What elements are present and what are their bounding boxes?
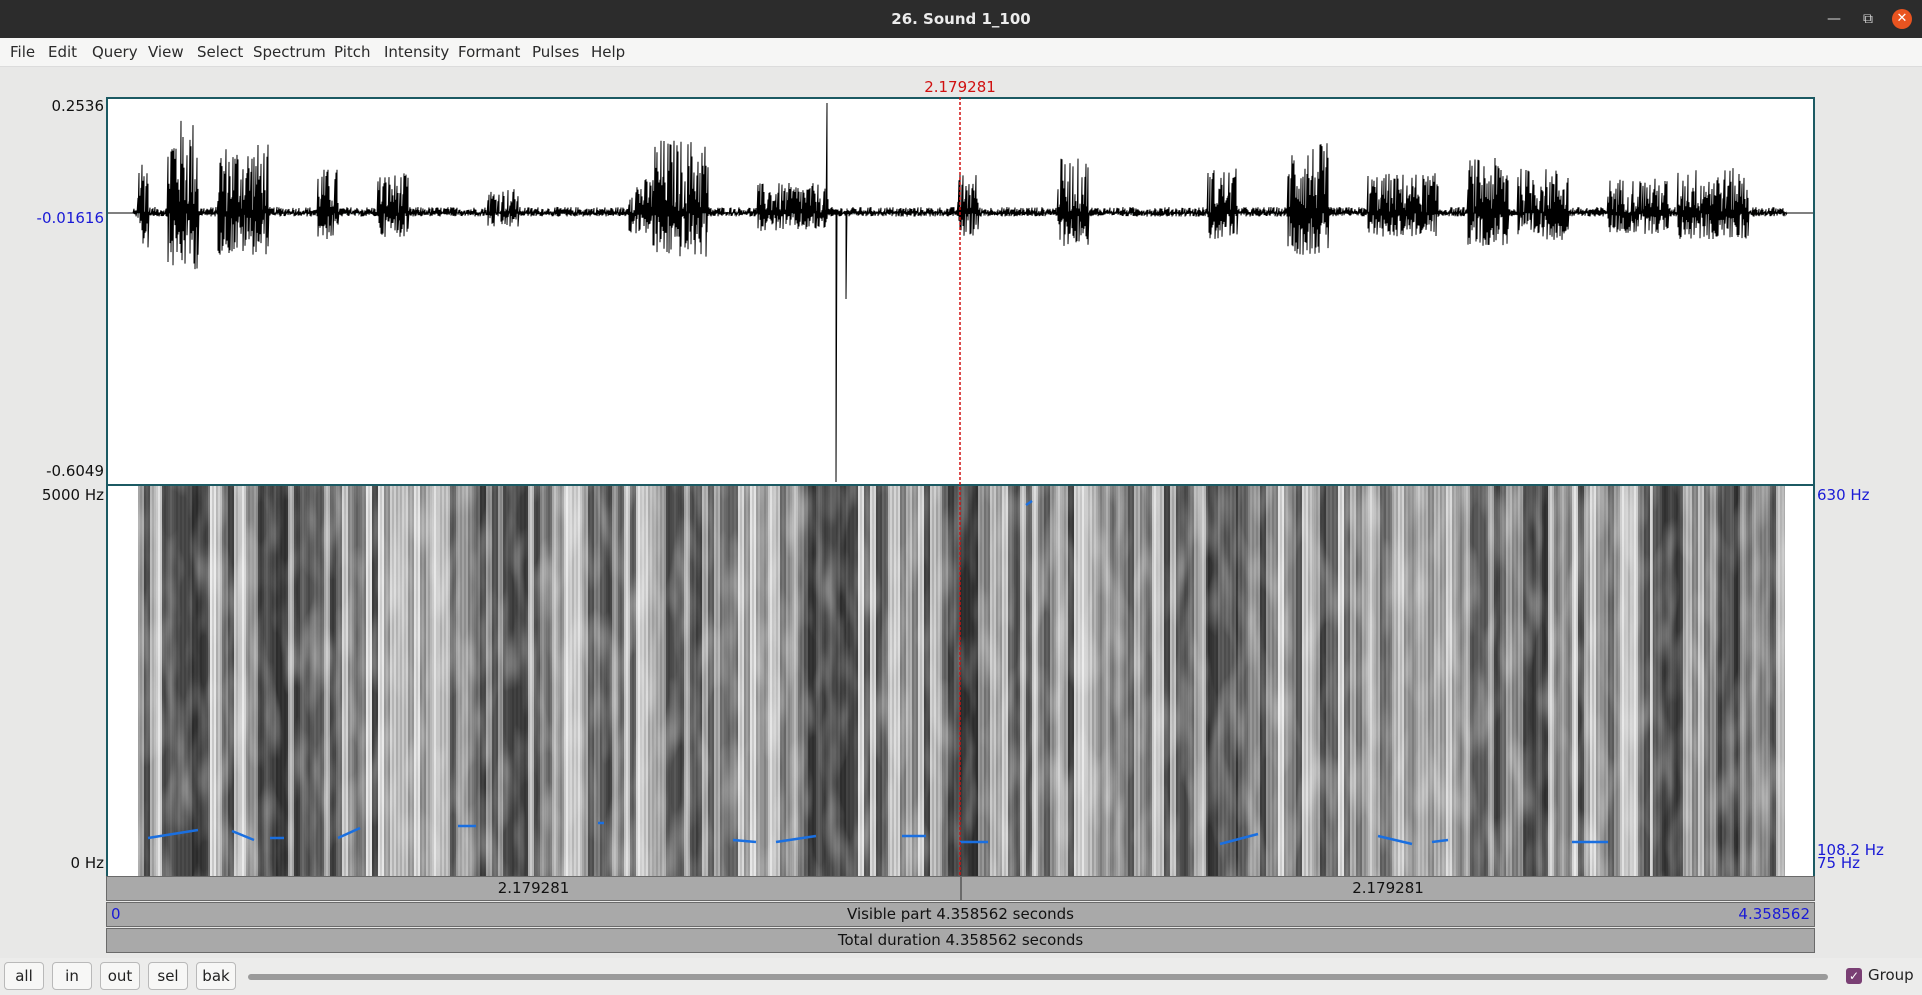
visible-part-text: Visible part 4.358562 seconds (847, 905, 1074, 923)
zoom-in-button[interactable]: in (52, 962, 92, 990)
group-label: Group (1868, 966, 1914, 984)
cursor-overlay (959, 97, 961, 876)
left-segment-duration: 2.179281 (497, 879, 570, 897)
total-duration-bar[interactable]: Total duration 4.358562 seconds (106, 928, 1815, 953)
visible-start-time: 0 (111, 905, 121, 923)
horizontal-scrollbar[interactable] (248, 974, 1828, 980)
group-checkbox[interactable]: ✓ (1846, 968, 1862, 984)
left-segment-bar[interactable]: 2.179281 (106, 876, 961, 901)
zoom-selection-button[interactable]: sel (148, 962, 188, 990)
total-duration-text: Total duration 4.358562 seconds (837, 931, 1084, 949)
zoom-out-button[interactable]: out (100, 962, 140, 990)
right-segment-duration: 2.179281 (1352, 879, 1424, 897)
zoom-all-button[interactable]: all (4, 962, 44, 990)
visible-part-bar[interactable]: 0 Visible part 4.358562 seconds 4.358562 (106, 902, 1815, 927)
right-segment-bar[interactable]: 2.179281 (961, 876, 1815, 901)
zoom-back-button[interactable]: bak (196, 962, 236, 990)
visible-end-time: 4.358562 (1738, 905, 1810, 923)
